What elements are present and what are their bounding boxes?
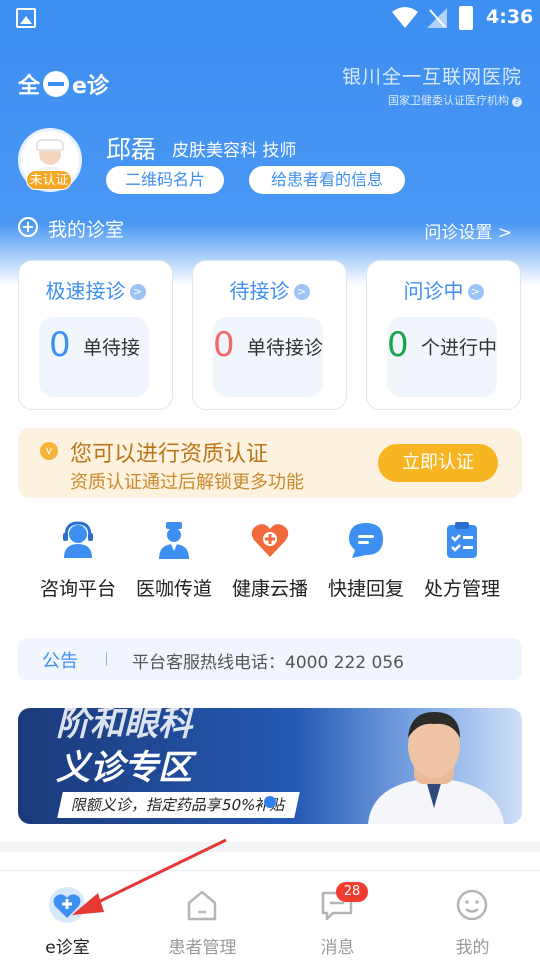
card-pending-consult[interactable]: 待接诊 > 0 单待接诊 <box>192 260 347 410</box>
doctor-icon <box>159 522 189 559</box>
card-unit: 单待接诊 <box>247 337 324 359</box>
heart-plus-icon <box>49 887 85 923</box>
card-title-text: 待接诊 <box>229 279 290 303</box>
battery-icon <box>459 6 473 30</box>
heart-plus-icon <box>251 524 289 557</box>
smile-face-icon <box>456 889 488 921</box>
notice-text: 平台客服热线电话：4000 222 056 <box>132 653 404 673</box>
card-title: 极速接诊 > <box>19 275 172 304</box>
doctor-cap-icon <box>36 139 64 151</box>
plus-circle-icon: + <box>18 217 38 237</box>
quick-action-prescription[interactable]: 处方管理 <box>412 516 512 606</box>
qr-card-button[interactable]: 二维码名片 <box>106 166 224 194</box>
hospital-sub: 国家卫健委认证医疗机构? <box>342 92 522 108</box>
consult-settings-link[interactable]: 问诊设置 > <box>424 218 512 243</box>
chat-icon <box>349 523 383 558</box>
section-divider <box>0 842 540 852</box>
tab-label: 我的 <box>455 938 490 958</box>
quick-action-label: 健康云播 <box>231 578 308 600</box>
card-title-text: 极速接诊 <box>45 279 126 303</box>
status-bar: 4:36 <box>0 0 540 36</box>
status-time: 4:36 <box>486 6 534 28</box>
house-icon <box>187 890 217 921</box>
tab-label: 消息 <box>320 938 355 958</box>
chevron-right-icon: > <box>293 284 310 300</box>
patient-info-button[interactable]: 给患者看的信息 <box>249 166 405 194</box>
card-title: 问诊中 > <box>367 275 520 304</box>
logo-circle-icon <box>43 71 70 97</box>
headset-icon <box>63 521 93 558</box>
promo-banner[interactable]: 阶和眼科 义诊专区 限额义诊，指定药品享50%补贴 <box>18 708 522 824</box>
hospital-name: 银川全一互联网医院 <box>341 66 522 88</box>
tab-label: 患者管理 <box>168 938 237 958</box>
quick-action-quick-reply[interactable]: 快捷回复 <box>316 516 416 606</box>
banner-title: 义诊专区 <box>56 748 192 788</box>
image-notification-icon <box>16 8 36 28</box>
card-count: 0 <box>213 325 235 365</box>
tab-label: e诊室 <box>45 938 90 958</box>
logo-text-2: e诊 <box>72 74 109 99</box>
clipboard-icon <box>447 522 477 558</box>
help-icon[interactable]: ? <box>512 97 522 107</box>
hospital-info[interactable]: 银川全一互联网医院 国家卫健委认证医疗机构? <box>342 62 522 108</box>
quick-action-health-broadcast[interactable]: 健康云播 <box>220 516 320 606</box>
notice-tag: 公告 <box>42 651 78 672</box>
chevron-right-icon: > <box>467 284 484 300</box>
app-logo: 全 e诊 <box>18 68 109 100</box>
carousel-indicator <box>264 796 276 808</box>
certification-banner: v 您可以进行资质认证 资质认证通过后解锁更多功能 立即认证 <box>18 428 522 498</box>
clinic-row: + 我的诊室 问诊设置 > <box>18 214 522 244</box>
tab-mine[interactable]: 我的 <box>405 871 540 960</box>
tab-messages[interactable]: 消息 <box>270 871 405 960</box>
cert-title: 您可以进行资质认证 <box>70 442 269 467</box>
quick-action-label: 处方管理 <box>423 578 500 600</box>
cert-subtitle: 资质认证通过后解锁更多功能 <box>70 472 304 493</box>
wifi-icon <box>392 7 418 28</box>
card-fast-consult[interactable]: 极速接诊 > 0 单待接 <box>18 260 173 410</box>
quick-action-label: 咨询平台 <box>39 578 116 600</box>
logo-text-1: 全 <box>18 74 41 99</box>
quick-action-label: 快捷回复 <box>327 578 404 600</box>
chevron-right-icon: > <box>129 284 146 300</box>
tab-patient-management[interactable]: 患者管理 <box>135 871 270 960</box>
card-count: 0 <box>49 325 71 365</box>
tab-e-clinic[interactable]: e诊室 <box>0 871 135 960</box>
card-in-consult[interactable]: 问诊中 > 0 个进行中 <box>366 260 521 410</box>
no-signal-icon <box>427 8 447 28</box>
unverified-badge: 未认证 <box>26 170 72 190</box>
notice-divider <box>106 652 107 666</box>
verify-now-button[interactable]: 立即认证 <box>378 444 498 482</box>
card-unit: 单待接 <box>83 337 141 359</box>
card-count: 0 <box>387 325 409 365</box>
bottom-tab-bar: e诊室 患者管理 消息 我的 <box>0 870 540 960</box>
card-title-text: 问诊中 <box>403 279 464 303</box>
clinic-title: 我的诊室 <box>48 219 125 241</box>
doctor-name: 邱磊 <box>106 135 157 164</box>
chevron-down-icon: v <box>40 442 58 460</box>
quick-action-label: 医咖传道 <box>135 578 212 600</box>
doctor-photo <box>368 712 504 824</box>
doctor-title: 皮肤美容科 技师 <box>172 141 297 161</box>
banner-subtitle: 限额义诊，指定药品享50%补贴 <box>57 792 301 818</box>
hospital-sub-text: 国家卫健委认证医疗机构 <box>388 94 509 107</box>
quick-action-doctor-talk[interactable]: 医咖传道 <box>124 516 224 606</box>
quick-action-consult-platform[interactable]: 咨询平台 <box>28 516 128 606</box>
card-title: 待接诊 > <box>193 275 346 304</box>
message-count-badge: 28 <box>336 882 368 902</box>
card-unit: 个进行中 <box>421 337 498 359</box>
notice-bar[interactable]: 公告 平台客服热线电话：4000 222 056 <box>18 638 522 680</box>
